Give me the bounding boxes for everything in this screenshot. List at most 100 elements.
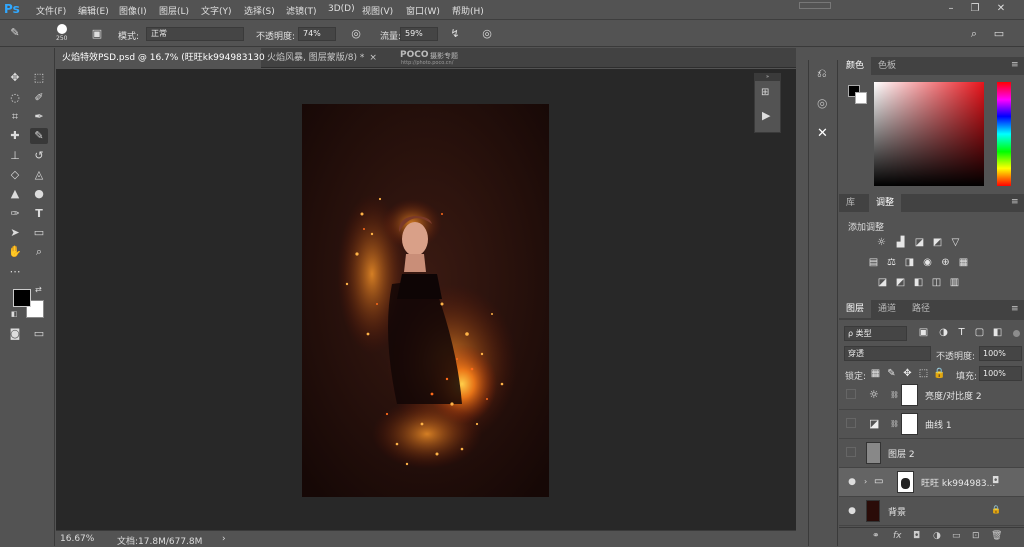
layer-thumbnail[interactable] xyxy=(866,500,880,522)
tab-channels[interactable]: 通道 xyxy=(871,300,903,318)
lock-pixels-icon[interactable]: ✎ xyxy=(885,368,898,380)
layer-name[interactable]: 背景 xyxy=(888,505,906,518)
lock-artboard-icon[interactable]: ⬚ xyxy=(917,368,930,380)
visibility-toggle[interactable] xyxy=(846,389,856,399)
invert-icon[interactable]: ◪ xyxy=(876,277,889,289)
type-tool-icon[interactable]: T xyxy=(30,206,48,222)
channel-mixer-icon[interactable]: ⊕ xyxy=(939,257,952,269)
swap-colors-icon[interactable]: ⇄ xyxy=(35,285,42,294)
tools-panel-icon[interactable]: ✕ xyxy=(817,126,828,141)
tab-color[interactable]: 颜色 xyxy=(839,57,872,75)
menu-3d[interactable]: 3D(D) xyxy=(328,4,355,14)
brightness-icon[interactable]: ☼ xyxy=(875,237,888,249)
posterize-icon[interactable]: ◩ xyxy=(894,277,907,289)
trash-icon[interactable]: 🗑 xyxy=(991,531,1002,541)
more-tools-icon[interactable]: ⋯ xyxy=(6,264,24,280)
zoom-level[interactable]: 16.67% xyxy=(60,534,94,544)
tab-flame-psd[interactable]: 火焰特效PSD.psd @ 16.7% (旺旺kk994983130 xyxy=(56,48,265,68)
pressure-size-icon[interactable]: ◎ xyxy=(480,27,494,41)
tab-adjustments[interactable]: 调整 xyxy=(869,194,902,212)
tab-layers[interactable]: 图层 xyxy=(839,300,872,318)
menu-image[interactable]: 图像(I) xyxy=(119,4,147,17)
layer-name[interactable]: 曲线 1 xyxy=(925,418,952,431)
layer-thumbnail[interactable] xyxy=(866,442,881,464)
restore-button[interactable]: ❐ xyxy=(968,3,982,15)
layer-filter-select[interactable]: ρ 类型 xyxy=(844,326,907,341)
eye-icon[interactable]: ● xyxy=(846,476,858,488)
foreground-color-swatch[interactable] xyxy=(13,289,31,307)
color-balance-icon[interactable]: ⚖ xyxy=(885,257,898,269)
eraser-icon[interactable]: ◇ xyxy=(6,167,24,183)
menu-file[interactable]: 文件(F) xyxy=(36,4,66,17)
expand-group-icon[interactable]: › xyxy=(864,477,867,486)
history-panel-icon[interactable]: ⎌ xyxy=(817,66,827,81)
panel-menu-icon[interactable]: ≡ xyxy=(1011,60,1019,70)
flow-input[interactable]: 59% xyxy=(400,27,438,41)
add-mask-icon[interactable]: ◘ xyxy=(913,531,920,541)
quick-select-icon[interactable]: ✐ xyxy=(30,90,48,106)
history-icon[interactable]: ⊞ xyxy=(761,87,769,98)
levels-icon[interactable]: ▟ xyxy=(894,237,907,249)
blend-mode-select[interactable]: 穿透 xyxy=(844,346,931,361)
hue-saturation-icon[interactable]: ▤ xyxy=(867,257,880,269)
new-layer-icon[interactable]: ⊡ xyxy=(972,531,980,541)
menu-select[interactable]: 选择(S) xyxy=(244,4,275,17)
lock-all-icon[interactable]: 🔒 xyxy=(933,368,946,380)
status-arrow-icon[interactable]: › xyxy=(222,534,226,544)
vibrance-icon[interactable]: ▽ xyxy=(949,237,962,249)
tab-paths[interactable]: 路径 xyxy=(905,300,937,318)
new-adjustment-icon[interactable]: ◑ xyxy=(933,531,941,541)
mask-thumbnail[interactable] xyxy=(901,384,918,406)
dodge-tool-icon[interactable]: ● xyxy=(30,186,48,202)
visibility-toggle[interactable] xyxy=(846,418,856,428)
filter-pixel-icon[interactable]: ▣ xyxy=(917,327,930,339)
filter-toggle[interactable] xyxy=(1013,330,1020,337)
workspace-icon[interactable]: ▭ xyxy=(992,27,1006,41)
layer-row[interactable]: ● 背景 🔒 xyxy=(839,497,1024,526)
fill-input[interactable]: 100% xyxy=(979,366,1022,381)
layer-opacity-input[interactable]: 100% xyxy=(979,346,1022,361)
path-select-icon[interactable]: ➤ xyxy=(6,225,24,241)
minimize-button[interactable]: – xyxy=(944,3,958,15)
layer-name[interactable]: 图层 2 xyxy=(888,447,915,460)
visibility-toggle[interactable] xyxy=(846,447,856,457)
tab-flame-storm[interactable]: 火焰风暴, 图层蒙版/8) * × xyxy=(261,48,385,68)
tab-swatches[interactable]: 色板 xyxy=(871,57,903,75)
zoom-tool-icon[interactable]: ⌕ xyxy=(30,244,48,260)
healing-brush-icon[interactable]: ✚ xyxy=(6,128,24,144)
exposure-icon[interactable]: ◩ xyxy=(931,237,944,249)
gradient-map-icon[interactable]: ▥ xyxy=(948,277,961,289)
layer-row[interactable]: ◪ ⛓ 曲线 1 xyxy=(839,410,1024,439)
airbrush-icon[interactable]: ↯ xyxy=(448,27,462,41)
menu-filter[interactable]: 滤镜(T) xyxy=(286,4,317,17)
eye-icon[interactable]: ● xyxy=(846,505,858,517)
color-lookup-icon[interactable]: ▦ xyxy=(957,257,970,269)
hue-slider[interactable] xyxy=(997,82,1011,186)
lock-position-icon[interactable]: ✥ xyxy=(901,368,914,380)
menu-edit[interactable]: 编辑(E) xyxy=(78,4,109,17)
menu-layer[interactable]: 图层(L) xyxy=(159,4,189,17)
clone-stamp-icon[interactable]: ⊥ xyxy=(6,148,24,164)
layer-name[interactable]: 亮度/对比度 2 xyxy=(925,389,982,402)
black-white-icon[interactable]: ◨ xyxy=(903,257,916,269)
layer-name[interactable]: 旺旺 kk994983... xyxy=(921,476,995,489)
screen-mode-icon[interactable]: ▭ xyxy=(30,326,48,342)
layer-row[interactable]: 图层 2 xyxy=(839,439,1024,468)
filter-smart-icon[interactable]: ◧ xyxy=(991,327,1004,339)
brush-preview-icon[interactable] xyxy=(57,24,67,34)
paint-bucket-icon[interactable]: ◬ xyxy=(30,167,48,183)
play-icon[interactable]: ▶ xyxy=(762,109,770,122)
brush-tool-icon[interactable]: ✎ xyxy=(30,128,48,144)
panel-menu-icon[interactable]: ≡ xyxy=(1011,304,1019,314)
layer-row[interactable]: ☼ ⛓ 亮度/对比度 2 xyxy=(839,381,1024,410)
filter-adjust-icon[interactable]: ◑ xyxy=(937,327,950,339)
menu-type[interactable]: 文字(Y) xyxy=(201,4,232,17)
lock-transparency-icon[interactable]: ▦ xyxy=(869,368,882,380)
lasso-tool-icon[interactable]: ◌ xyxy=(6,90,24,106)
menu-view[interactable]: 视图(V) xyxy=(362,4,393,17)
eyedropper-icon[interactable]: ✒ xyxy=(30,109,48,125)
mask-thumbnail[interactable] xyxy=(901,413,918,435)
mask-thumbnail[interactable] xyxy=(897,471,914,493)
move-tool-icon[interactable]: ✥ xyxy=(6,70,24,86)
opacity-input[interactable]: 74% xyxy=(298,27,336,41)
